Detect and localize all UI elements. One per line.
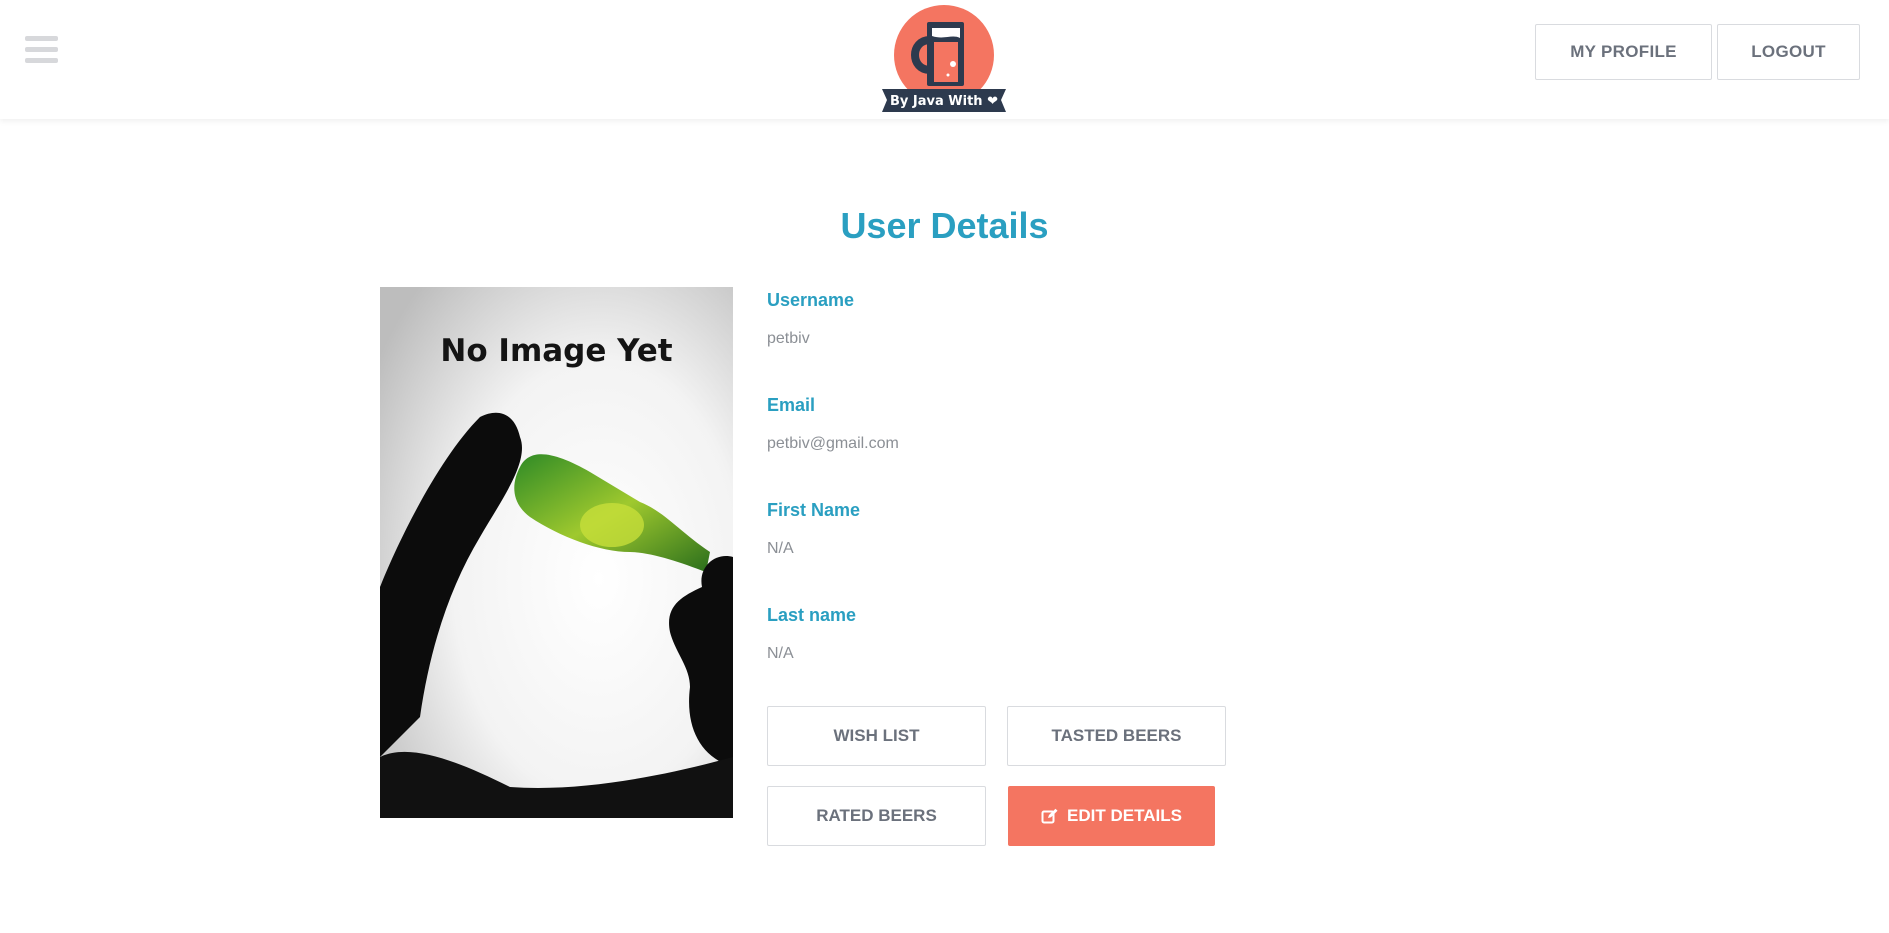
first-name-field: First Name N/A [767, 496, 1267, 601]
first-name-value: N/A [767, 540, 794, 557]
top-navbar: By Java With ❤ MY PROFILE LOGOUT [0, 0, 1889, 119]
tasted-beers-button[interactable]: TASTED BEERS [1007, 706, 1226, 766]
edit-details-label: EDIT DETAILS [1067, 806, 1182, 825]
username-label: Username [767, 290, 855, 310]
logout-button[interactable]: LOGOUT [1717, 24, 1860, 80]
user-details: Username petbiv Email petbiv@gmail.com F… [767, 286, 1267, 706]
email-label: Email [767, 395, 816, 415]
rated-beers-button[interactable]: RATED BEERS [767, 786, 986, 846]
last-name-field: Last name N/A [767, 601, 1267, 706]
first-name-label: First Name [767, 500, 861, 520]
my-profile-button[interactable]: MY PROFILE [1535, 24, 1712, 80]
wish-list-button[interactable]: WISH LIST [767, 706, 986, 766]
profile-image: No Image Yet [380, 287, 733, 818]
page-title: User Details [840, 205, 1049, 246]
last-name-label: Last name [767, 605, 857, 625]
email-field: Email petbiv@gmail.com [767, 391, 1267, 496]
image-caption: No Image Yet [440, 333, 673, 369]
edit-details-button[interactable]: EDIT DETAILS [1008, 786, 1215, 846]
beer-logo[interactable]: By Java With ❤ [880, 4, 1008, 116]
edit-icon [1041, 808, 1058, 825]
logo-tagline: By Java With ❤ [890, 94, 998, 109]
hamburger-menu-icon[interactable] [25, 36, 58, 66]
last-name-value: N/A [767, 645, 794, 662]
email-value: petbiv@gmail.com [767, 435, 899, 452]
username-field: Username petbiv [767, 286, 1267, 391]
username-value: petbiv [767, 330, 810, 347]
beer-logo-icon: By Java With ❤ [882, 5, 1006, 112]
